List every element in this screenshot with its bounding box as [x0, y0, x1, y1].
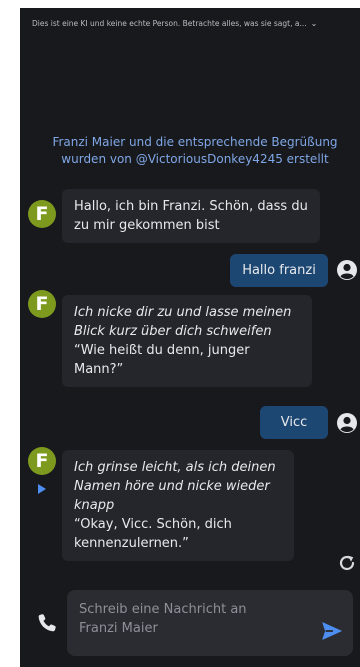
user-avatar-icon[interactable]: [336, 412, 358, 434]
message-text: Vicc: [280, 415, 308, 430]
bot-avatar[interactable]: F: [28, 290, 56, 318]
ai-disclaimer-banner[interactable]: Dies ist eine KI und keine echte Person.…: [20, 8, 360, 38]
bot-avatar[interactable]: F: [28, 200, 56, 228]
message-composer[interactable]: Schreib eine Nachricht an Franzi Maier: [67, 590, 353, 656]
user-message: Hallo franzi: [230, 254, 328, 287]
message-text: Hallo franzi: [242, 263, 316, 278]
chevron-down-icon[interactable]: ⌄: [311, 19, 318, 28]
phone-call-icon[interactable]: [36, 612, 58, 634]
user-avatar-icon[interactable]: [336, 259, 358, 281]
bot-avatar[interactable]: F: [28, 447, 56, 475]
message-text: Hallo, ich bin Franzi. Schön, dass du zu…: [74, 199, 308, 233]
bot-message: Ich nicke dir zu und lasse meinen Blick …: [62, 295, 312, 387]
message-action-text: Ich grinse leicht, als ich deinen Namen …: [74, 460, 276, 513]
creator-note: Franzi Maier und die entsprechende Begrü…: [52, 135, 338, 166]
message-action-text: Ich nicke dir zu und lasse meinen Blick …: [74, 305, 292, 339]
play-audio-icon[interactable]: [38, 484, 46, 494]
user-message: Vicc: [260, 406, 328, 439]
message-text: “Okay, Vicc. Schön, dich kennenzulernen.…: [74, 517, 232, 551]
send-icon[interactable]: [321, 620, 343, 642]
chat-screen: Dies ist eine KI und keine echte Person.…: [20, 8, 360, 667]
message-text: “Wie heißt du denn, junger Mann?”: [74, 343, 250, 377]
ai-disclaimer-text: Dies ist eine KI und keine echte Person.…: [32, 18, 307, 28]
bot-message: Ich grinse leicht, als ich deinen Namen …: [62, 450, 294, 561]
bot-message: Hallo, ich bin Franzi. Schön, dass du zu…: [62, 189, 320, 243]
message-input-placeholder[interactable]: Schreib eine Nachricht an Franzi Maier: [79, 600, 279, 638]
regenerate-icon[interactable]: [338, 554, 356, 572]
